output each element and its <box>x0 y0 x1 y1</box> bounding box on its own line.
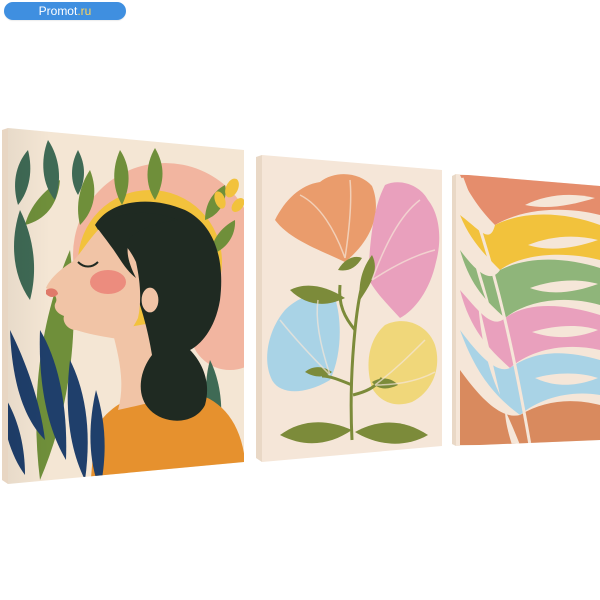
product-image-page: Promot.ru <box>0 0 600 600</box>
triptych-canvas-art <box>2 128 600 484</box>
canvas-panel-middle <box>256 155 442 462</box>
canvas-panel-right <box>452 174 600 446</box>
canvas-panel-left <box>2 128 244 484</box>
